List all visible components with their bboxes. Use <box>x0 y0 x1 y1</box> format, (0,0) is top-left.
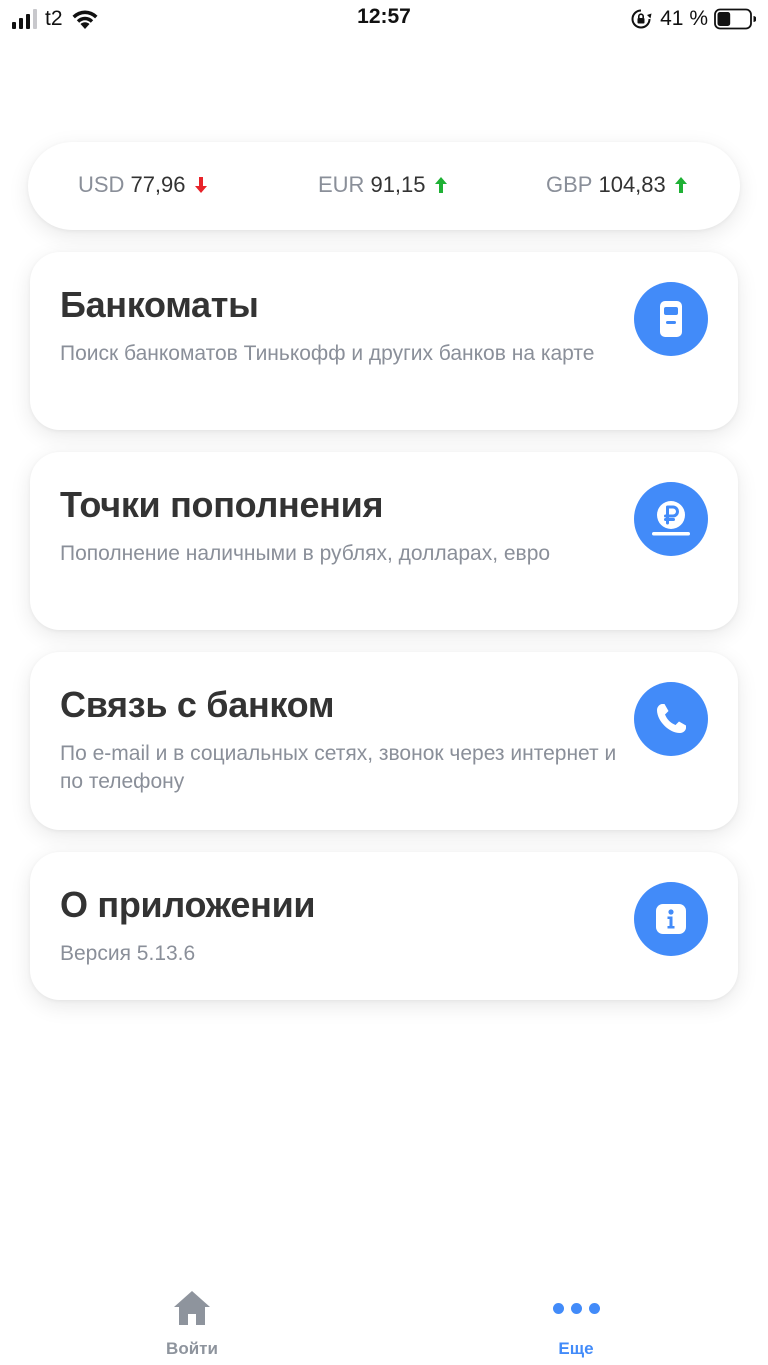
menu-item-about-app[interactable]: О приложении Версия 5.13.6 <box>30 852 738 1000</box>
menu-item-subtitle: Версия 5.13.6 <box>60 942 196 965</box>
menu-item-subtitle: По e-mail и в социальных сетях, звонок ч… <box>60 742 617 793</box>
menu-item-atms[interactable]: Банкоматы Поиск банкоматов Тинькофф и др… <box>30 252 738 430</box>
more-dots-icon <box>496 1285 656 1331</box>
battery-icon <box>714 8 756 30</box>
arrow-up-icon <box>674 177 687 193</box>
arrow-down-icon <box>194 177 207 193</box>
menu-item-subtitle: Поиск банкоматов Тинькофф и других банко… <box>60 342 595 365</box>
rate-eur: EUR 91,15 <box>318 172 448 198</box>
menu-item-title: Связь с банком <box>60 684 335 725</box>
rate-code: USD <box>78 172 125 197</box>
rate-value: 77,96 <box>130 172 186 197</box>
ruble-coin-icon <box>634 482 708 556</box>
menu-item-title: Точки пополнения <box>60 484 384 525</box>
status-bar: t2 12:57 41 % <box>0 0 768 40</box>
atm-icon <box>634 282 708 356</box>
tab-login[interactable]: Войти <box>112 1285 272 1359</box>
rotation-lock-icon <box>631 9 652 29</box>
exchange-rates-card[interactable]: USD 77,96 EUR 91,15 GBP 104,83 <box>28 142 740 230</box>
home-icon <box>112 1285 272 1331</box>
tab-more[interactable]: Еще <box>496 1285 656 1359</box>
status-right: 41 % <box>630 6 756 32</box>
info-icon <box>634 882 708 956</box>
menu-item-title: О приложении <box>60 884 316 925</box>
menu-item-contact-bank[interactable]: Связь с банком По e-mail и в социальных … <box>30 652 738 830</box>
menu-item-topup-points[interactable]: Точки пополнения Пополнение наличными в … <box>30 452 738 630</box>
arrow-up-icon <box>434 177 447 193</box>
rate-usd: USD 77,96 <box>78 172 208 198</box>
battery-percent: 41 % <box>660 7 708 30</box>
rate-code: EUR <box>318 172 365 197</box>
menu-item-title: Банкоматы <box>60 284 259 325</box>
menu-item-subtitle: Пополнение наличными в рублях, долларах,… <box>60 542 551 565</box>
tab-label: Войти <box>166 1339 218 1358</box>
rate-value: 104,83 <box>598 172 666 197</box>
phone-icon <box>634 682 708 756</box>
rate-gbp: GBP 104,83 <box>546 172 688 198</box>
rate-value: 91,15 <box>370 172 426 197</box>
rate-code: GBP <box>546 172 593 197</box>
tab-label: Еще <box>558 1339 594 1358</box>
